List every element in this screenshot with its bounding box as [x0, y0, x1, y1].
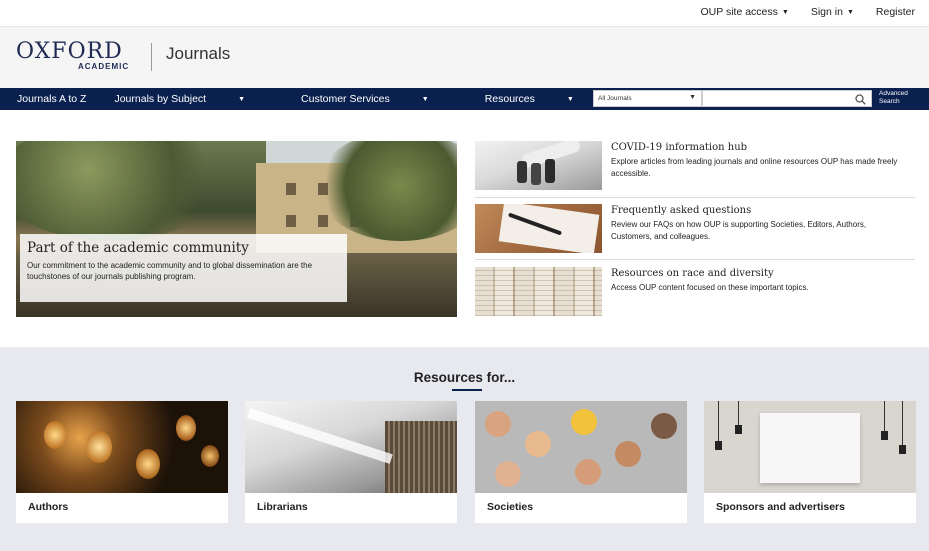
- hero-description: Our commitment to the academic community…: [27, 261, 313, 281]
- microscope-image: [475, 141, 602, 190]
- journal-scope-value: All Journals: [598, 95, 632, 102]
- resource-card-label: Librarians: [257, 501, 308, 513]
- page-title[interactable]: Journals: [166, 44, 230, 64]
- resource-card-authors[interactable]: Authors: [16, 401, 228, 523]
- person: [525, 431, 551, 457]
- resources-title: Resources for...: [413, 370, 516, 385]
- person: [571, 409, 597, 435]
- side-item-race-diversity[interactable]: Resources on race and diversity Access O…: [475, 267, 915, 317]
- side-item-title: Resources on race and diversity: [611, 268, 774, 279]
- utility-links: OUP site access ▼ Sign in ▼ Register: [700, 6, 915, 18]
- logo-main-text: OXFORD: [16, 39, 123, 64]
- lamp-cord: [902, 401, 903, 445]
- search-icon[interactable]: [855, 94, 866, 105]
- nav-resources-label: Resources: [484, 93, 535, 105]
- side-item-faq[interactable]: Frequently asked questions Review our FA…: [475, 204, 915, 254]
- lightbulb: [176, 415, 196, 441]
- hero-tree: [16, 141, 226, 241]
- sign-in-link[interactable]: Sign in ▼: [811, 6, 854, 18]
- search-input[interactable]: [702, 90, 872, 107]
- resource-card-sponsors[interactable]: Sponsors and advertisers: [704, 401, 916, 523]
- microscope-lens: [517, 161, 527, 183]
- hero-caption-card[interactable]: Part of the academic community Our commi…: [20, 234, 347, 302]
- resource-card-societies[interactable]: Societies: [475, 401, 687, 523]
- person: [575, 459, 601, 485]
- resource-card-label: Sponsors and advertisers: [716, 501, 845, 513]
- person: [495, 461, 521, 487]
- nav-resources[interactable]: Resources ▼: [485, 93, 602, 105]
- person: [485, 411, 511, 437]
- chevron-down-icon: ▼: [846, 9, 854, 16]
- nav-customer-services[interactable]: Customer Services ▼: [301, 93, 457, 105]
- lightbulb: [86, 431, 112, 463]
- blank-canvas: [760, 413, 860, 483]
- resource-card-label: Authors: [28, 501, 69, 513]
- chevron-down-icon: ▼: [566, 96, 574, 103]
- side-item-title: Frequently asked questions: [611, 205, 752, 216]
- lightbulbs-image: [16, 401, 228, 493]
- lamp-cord: [738, 401, 739, 425]
- side-item-covid[interactable]: COVID-19 information hub Explore article…: [475, 141, 915, 191]
- side-item-title: COVID-19 information hub: [611, 142, 748, 153]
- lamp: [881, 431, 888, 440]
- crowd-image: [475, 401, 687, 493]
- top-utility-bar: OUP site access ▼ Sign in ▼ Register: [0, 0, 929, 26]
- lamp: [899, 445, 906, 454]
- nav-journals-by-subject[interactable]: Journals by Subject ▼: [114, 93, 273, 105]
- curved-ceiling: [247, 408, 393, 464]
- papers-text-lines: [475, 267, 602, 316]
- nav-menu: Journals A to Z Journals by Subject ▼ Cus…: [17, 93, 630, 105]
- resource-card-label: Societies: [487, 501, 534, 513]
- resources-section: Resources for... Authors Librarians Soci…: [0, 347, 929, 551]
- hero-title: Part of the academic community: [27, 240, 249, 256]
- lightbulb: [201, 445, 219, 467]
- microscope-lens: [545, 159, 555, 183]
- chevron-down-icon: ▼: [781, 9, 789, 16]
- lightbulb: [44, 421, 66, 449]
- resource-card-librarians[interactable]: Librarians: [245, 401, 457, 523]
- chevron-down-icon: ▼: [238, 96, 246, 103]
- site-access-link[interactable]: OUP site access ▼: [700, 6, 788, 18]
- nav-customer-services-label: Customer Services: [301, 93, 390, 105]
- logo-sub-text: ACADEMIC: [78, 62, 130, 71]
- register-link[interactable]: Register: [876, 6, 915, 18]
- lightbulb: [136, 449, 160, 479]
- side-item-description: Access OUP content focused on these impo…: [611, 283, 809, 292]
- journal-scope-select[interactable]: All Journals ▼: [593, 90, 702, 107]
- oxford-academic-logo[interactable]: OXFORD ACADEMIC: [16, 39, 140, 72]
- hero-window: [286, 183, 296, 195]
- advanced-search-line2: Search: [879, 98, 900, 105]
- site-access-label: OUP site access: [700, 6, 778, 18]
- main-navbar: Journals A to Z Journals by Subject ▼ Cus…: [0, 88, 929, 110]
- side-item-description: Explore articles from leading journals a…: [611, 157, 898, 178]
- advanced-search-link[interactable]: Advanced Search: [879, 90, 908, 106]
- divider: [475, 259, 915, 260]
- logo-divider: [151, 43, 152, 71]
- bookshelf: [385, 421, 457, 493]
- sign-in-label: Sign in: [810, 6, 843, 18]
- microscope-lens: [531, 163, 541, 185]
- nav-journals-by-subject-label: Journals by Subject: [114, 93, 207, 105]
- site-header: OXFORD ACADEMIC Journals: [0, 26, 929, 89]
- lamp-cord: [718, 401, 719, 441]
- person: [651, 413, 677, 439]
- resources-title-underline: [452, 389, 482, 391]
- chevron-down-icon: ▼: [421, 96, 429, 103]
- side-item-description: Review our FAQs on how OUP is supporting…: [611, 220, 867, 241]
- divider: [475, 197, 915, 198]
- lamp-cord: [884, 401, 885, 431]
- dropdown-arrow-icon: ▼: [689, 94, 696, 101]
- hero-window: [286, 215, 296, 227]
- notebook-pen-image: [475, 204, 602, 253]
- hero-window: [318, 215, 328, 227]
- papers-image: [475, 267, 602, 316]
- nav-journals-a-z[interactable]: Journals A to Z: [17, 93, 86, 105]
- advanced-search-line1: Advanced: [879, 90, 908, 97]
- blank-canvas-image: [704, 401, 916, 493]
- person: [615, 441, 641, 467]
- library-image: [245, 401, 457, 493]
- lamp: [715, 441, 722, 450]
- lamp: [735, 425, 742, 434]
